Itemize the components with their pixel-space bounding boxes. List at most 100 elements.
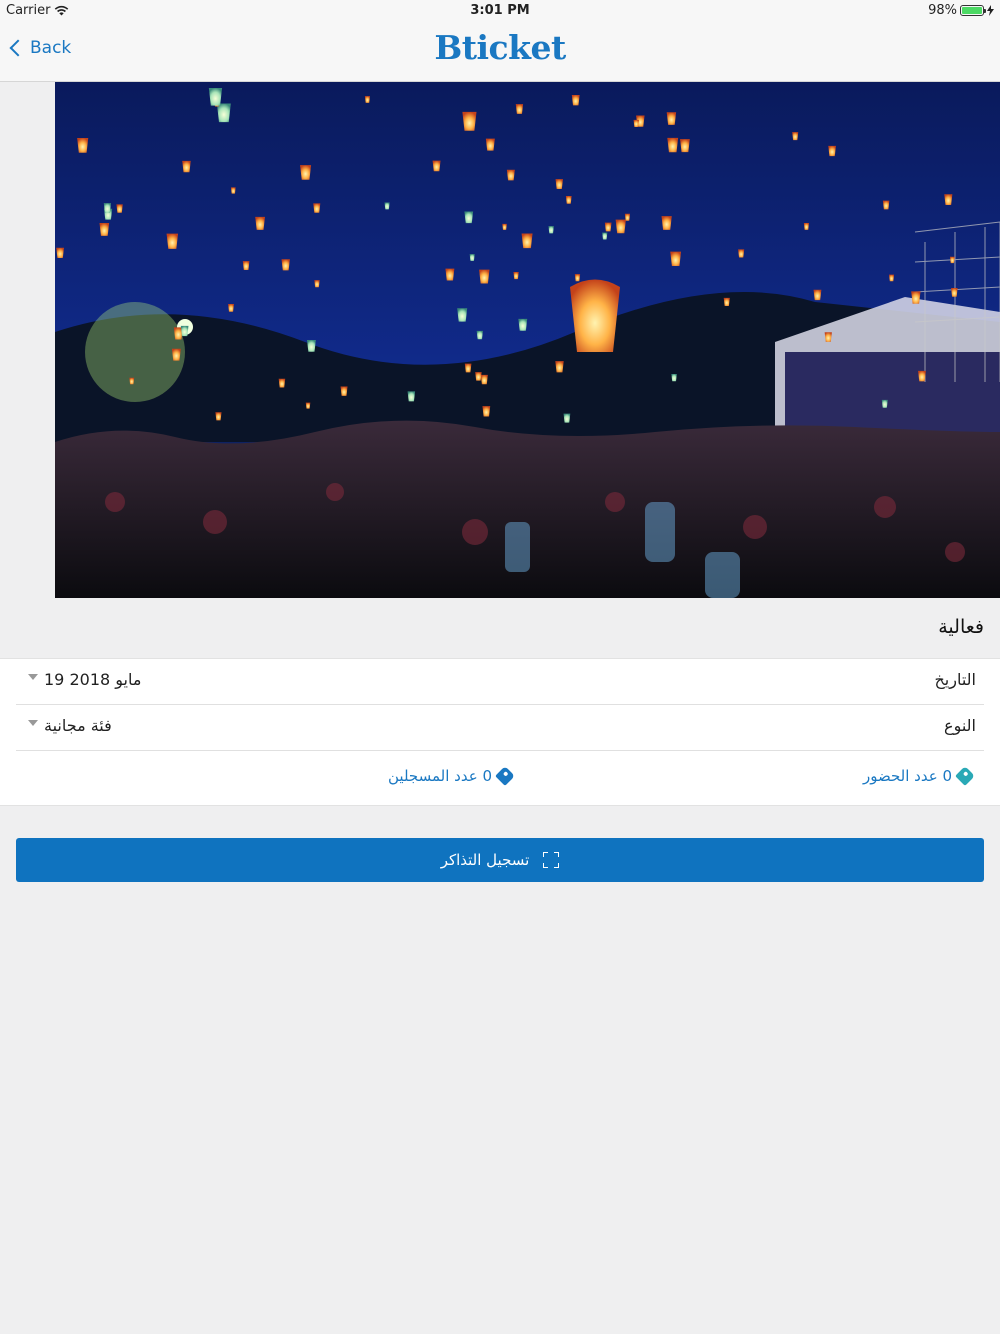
lantern [166, 233, 179, 249]
registered-count: 0 عدد المسجلين [388, 766, 515, 786]
type-value[interactable]: فئة مجانية [28, 716, 112, 735]
attendance-text: 0 عدد الحضور [862, 767, 952, 785]
lantern [129, 377, 135, 385]
lantern [828, 145, 836, 157]
lantern [103, 203, 112, 213]
lantern [476, 330, 483, 340]
lantern [571, 94, 580, 106]
date-label: التاريخ [934, 670, 976, 689]
type-label: النوع [944, 716, 976, 735]
lantern [171, 348, 181, 361]
lantern [314, 280, 320, 288]
lantern [182, 160, 191, 173]
lantern [216, 103, 231, 123]
lantern [670, 251, 682, 267]
lantern [738, 249, 745, 258]
event-title: فعالية [938, 616, 984, 638]
lantern [570, 279, 620, 352]
lantern [480, 374, 488, 385]
event-photo [55, 82, 1000, 598]
lantern [792, 132, 799, 141]
lantern [364, 96, 371, 103]
lantern [469, 254, 475, 261]
lantern [671, 373, 677, 382]
lantern [548, 226, 554, 234]
lantern [445, 268, 455, 281]
lantern [565, 196, 572, 204]
lantern [116, 204, 123, 213]
lantern [77, 137, 89, 153]
counts-row: 0 عدد الحضور 0 عدد المسجلين [0, 751, 1000, 805]
lantern [824, 332, 832, 342]
lantern [515, 104, 524, 114]
lantern [485, 138, 495, 151]
status-bar: Carrier 3:01 PM 98% [0, 0, 1000, 22]
lantern [506, 169, 515, 181]
charging-bolt-icon [987, 5, 994, 16]
lantern [230, 187, 236, 194]
lantern [502, 223, 507, 230]
brand-logo: Bticket [434, 28, 566, 67]
lantern [513, 272, 519, 280]
type-row: النوع فئة مجانية [16, 705, 984, 751]
lantern [813, 289, 822, 301]
lantern [951, 288, 958, 297]
lantern [305, 402, 311, 409]
lantern [340, 386, 348, 396]
lantern [479, 269, 490, 284]
event-image [55, 82, 1000, 598]
scan-icon [543, 852, 560, 868]
lantern [918, 370, 926, 382]
lantern [889, 274, 895, 282]
lantern [723, 297, 730, 307]
register-tickets-button[interactable]: تسجيل التذاكر [16, 838, 984, 882]
lantern [255, 216, 265, 230]
lantern [306, 339, 316, 352]
lantern [180, 325, 189, 337]
event-details: التاريخ 19 مايو 2018 النوع فئة مجانية 0 … [0, 658, 1000, 806]
lantern [680, 139, 690, 153]
status-right: 98% [928, 3, 994, 18]
battery-fill [962, 7, 982, 14]
lantern [457, 308, 468, 322]
lantern [882, 200, 890, 210]
lantern [242, 261, 250, 270]
lantern [803, 222, 810, 230]
type-text: فئة مجانية [44, 716, 112, 735]
lantern [300, 165, 312, 180]
date-value[interactable]: 19 مايو 2018 [28, 670, 141, 689]
battery-icon [960, 5, 986, 16]
lantern [521, 233, 533, 249]
lantern [518, 318, 528, 331]
attendance-count: 0 عدد الحضور [862, 766, 975, 786]
lantern [944, 194, 953, 205]
nav-bar: Back Bticket [0, 22, 1000, 82]
lantern [602, 232, 608, 240]
lantern [475, 372, 482, 381]
lantern [604, 222, 612, 232]
lantern [666, 112, 677, 125]
tag-icon [955, 766, 975, 786]
lantern [228, 303, 234, 312]
chevron-down-icon [28, 719, 38, 726]
lantern [574, 274, 581, 282]
lantern [555, 361, 564, 373]
chevron-down-icon [28, 673, 38, 680]
lantern [464, 363, 472, 373]
lantern [407, 391, 416, 402]
lantern [99, 223, 110, 236]
date-text: 19 مايو 2018 [44, 670, 142, 689]
lantern [464, 211, 474, 224]
lantern [633, 119, 639, 127]
lantern [313, 203, 321, 213]
lantern [661, 216, 672, 230]
register-label: تسجيل التذاكر [440, 851, 530, 869]
lantern [667, 137, 679, 153]
status-time: 3:01 PM [470, 3, 530, 18]
registered-text: 0 عدد المسجلين [388, 767, 492, 785]
lantern [949, 256, 955, 264]
lantern [555, 179, 563, 189]
lantern [208, 87, 223, 106]
lantern [432, 160, 441, 172]
lantern [215, 412, 222, 421]
